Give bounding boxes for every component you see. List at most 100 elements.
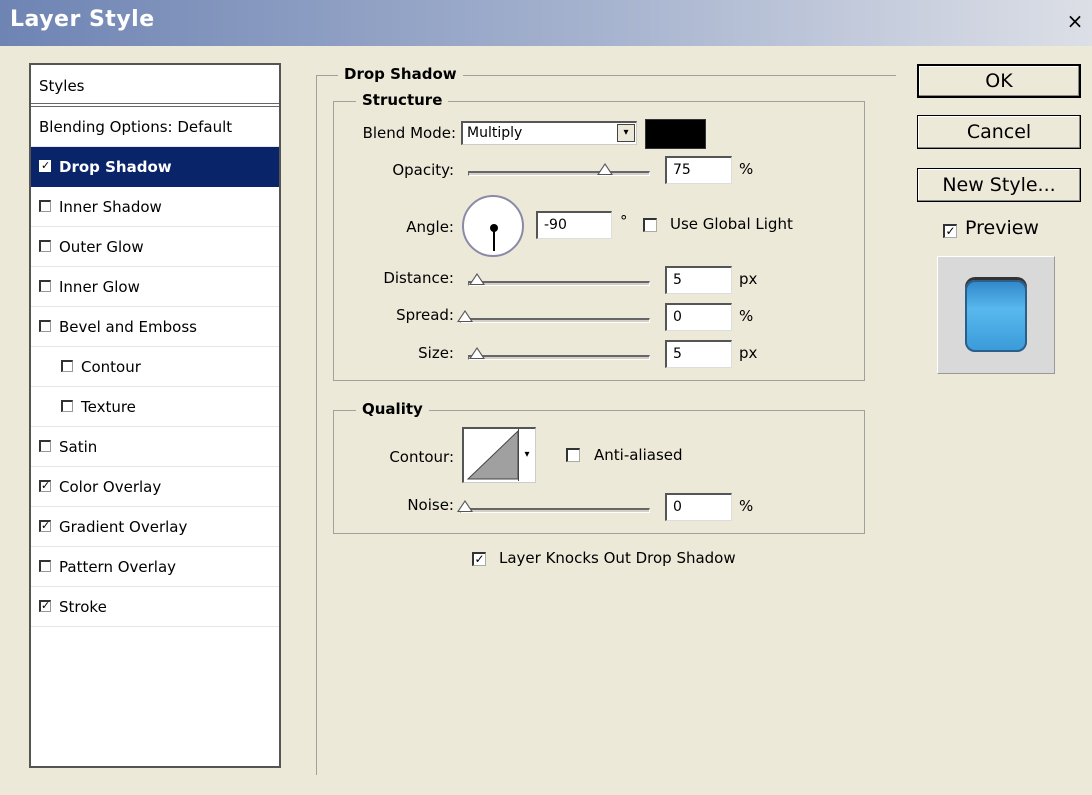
angle-label: Angle: — [406, 218, 454, 236]
style-item-checkbox[interactable] — [39, 319, 51, 332]
style-item-label: Color Overlay — [59, 478, 162, 496]
style-item-drop-shadow[interactable]: ✓ Drop Shadow — [31, 147, 279, 187]
style-item-checkbox[interactable] — [39, 279, 51, 292]
chevron-down-icon[interactable]: ▾ — [518, 429, 535, 481]
style-item-pattern-overlay[interactable]: Pattern Overlay — [31, 547, 279, 587]
style-item-checkbox[interactable] — [61, 359, 73, 372]
new-style-button[interactable]: New Style... — [917, 168, 1081, 202]
styles-list: Styles Blending Options: Default ✓ Drop Sh… — [29, 63, 281, 768]
size-label: Size: — [418, 344, 454, 362]
quality-title: Quality — [356, 400, 429, 418]
preview-checkbox[interactable]: ✓ — [943, 224, 957, 238]
opacity-unit: % — [739, 160, 754, 178]
spread-unit: % — [739, 307, 754, 325]
style-item-label: Bevel and Emboss — [59, 318, 197, 336]
style-item-label: Pattern Overlay — [59, 558, 177, 576]
size-slider-thumb[interactable] — [469, 347, 485, 359]
angle-dial-needle — [493, 227, 495, 251]
use-global-light-label[interactable]: Use Global Light — [670, 215, 793, 233]
noise-slider[interactable] — [460, 508, 650, 513]
style-item-checkbox[interactable]: ✓ — [39, 519, 51, 532]
style-item-checkbox[interactable] — [61, 399, 73, 412]
style-item-label: Stroke — [59, 598, 107, 616]
style-item-gradient-overlay[interactable]: ✓ Gradient Overlay — [31, 507, 279, 547]
style-item-inner-glow[interactable]: Inner Glow — [31, 267, 279, 307]
knockout-label[interactable]: Layer Knocks Out Drop Shadow — [499, 549, 736, 567]
style-item-label: Blending Options: Default — [39, 118, 233, 136]
size-slider[interactable] — [468, 355, 650, 360]
opacity-field[interactable]: 75 — [665, 156, 732, 184]
style-item-satin[interactable]: Satin — [31, 427, 279, 467]
anti-aliased-checkbox[interactable] — [566, 448, 580, 462]
noise-label: Noise: — [407, 496, 454, 514]
distance-slider-thumb[interactable] — [469, 273, 485, 285]
style-item-inner-shadow[interactable]: Inner Shadow — [31, 187, 279, 227]
style-item-texture[interactable]: Texture — [31, 387, 279, 427]
close-icon[interactable]: × — [1064, 10, 1086, 32]
distance-field[interactable]: 5 — [665, 266, 732, 294]
opacity-label: Opacity: — [392, 161, 454, 179]
structure-title: Structure — [356, 91, 449, 109]
contour-label: Contour: — [389, 448, 454, 466]
noise-slider-thumb[interactable] — [457, 500, 473, 512]
title-bar: Layer Style × — [0, 0, 1092, 46]
style-item-checkbox[interactable] — [39, 239, 51, 252]
window-title: Layer Style — [10, 7, 155, 32]
preview-label[interactable]: Preview — [965, 217, 1039, 239]
noise-unit: % — [739, 497, 754, 515]
style-item-contour[interactable]: Contour — [31, 347, 279, 387]
preview-thumbnail — [965, 280, 1027, 352]
style-item-color-overlay[interactable]: ✓ Color Overlay — [31, 467, 279, 507]
styles-header[interactable]: Styles — [31, 65, 279, 107]
distance-slider[interactable] — [468, 281, 650, 286]
size-unit: px — [739, 344, 758, 362]
cancel-button[interactable]: Cancel — [917, 115, 1081, 149]
opacity-slider[interactable] — [468, 171, 650, 176]
drop-shadow-title: Drop Shadow — [338, 65, 463, 83]
knockout-checkbox[interactable]: ✓ — [472, 552, 486, 566]
size-field[interactable]: 5 — [665, 340, 732, 368]
angle-dial[interactable] — [462, 195, 524, 257]
angle-unit: ° — [620, 212, 628, 230]
noise-field[interactable]: 0 — [665, 493, 732, 521]
use-global-light-checkbox[interactable] — [643, 218, 657, 232]
style-item-label: Inner Shadow — [59, 198, 162, 216]
spread-slider-thumb[interactable] — [457, 310, 473, 322]
chevron-down-icon[interactable]: ▾ — [617, 124, 635, 142]
style-item-stroke[interactable]: ✓ Stroke — [31, 587, 279, 627]
style-item-checkbox[interactable] — [39, 559, 51, 572]
style-preview — [937, 256, 1055, 374]
opacity-slider-thumb[interactable] — [596, 163, 613, 175]
shadow-color-swatch[interactable] — [645, 119, 706, 149]
style-item-bevel-and-emboss[interactable]: Bevel and Emboss — [31, 307, 279, 347]
style-item-blending-options-default[interactable]: Blending Options: Default — [31, 107, 279, 147]
style-item-checkbox[interactable]: ✓ — [39, 159, 51, 172]
style-item-label: Gradient Overlay — [59, 518, 188, 536]
blend-mode-value: Multiply — [467, 125, 523, 141]
spread-field[interactable]: 0 — [665, 303, 732, 331]
contour-curve-icon — [466, 429, 519, 480]
style-item-label: Drop Shadow — [59, 158, 172, 176]
style-item-outer-glow[interactable]: Outer Glow — [31, 227, 279, 267]
style-item-label: Satin — [59, 438, 98, 456]
style-item-label: Outer Glow — [59, 238, 144, 256]
angle-field[interactable]: -90 — [536, 211, 612, 239]
quality-group — [333, 410, 865, 534]
contour-picker[interactable]: ▾ — [462, 427, 536, 483]
spread-slider[interactable] — [460, 318, 650, 323]
blend-mode-select[interactable]: Multiply ▾ — [461, 121, 637, 145]
style-item-label: Contour — [81, 358, 141, 376]
anti-aliased-label[interactable]: Anti-aliased — [594, 446, 683, 464]
spread-label: Spread: — [396, 306, 454, 324]
style-item-checkbox[interactable] — [39, 199, 51, 212]
ok-button[interactable]: OK — [917, 64, 1081, 98]
distance-unit: px — [739, 270, 758, 288]
preview-toggle[interactable]: ✓ Preview — [943, 217, 1039, 239]
distance-label: Distance: — [383, 269, 454, 287]
style-item-checkbox[interactable] — [39, 439, 51, 452]
style-item-label: Inner Glow — [59, 278, 140, 296]
blend-mode-label: Blend Mode: — [362, 124, 456, 142]
style-item-checkbox[interactable]: ✓ — [39, 479, 51, 492]
style-item-label: Texture — [81, 398, 136, 416]
style-item-checkbox[interactable]: ✓ — [39, 599, 51, 612]
